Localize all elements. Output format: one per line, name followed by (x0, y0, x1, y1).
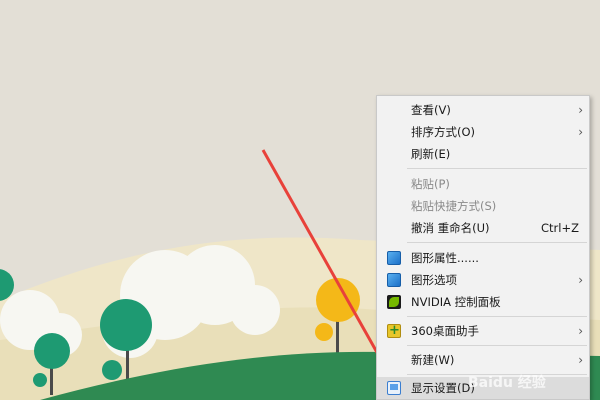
menu-item-refresh-label: 刷新(E) (411, 147, 451, 161)
display-settings-icon (387, 381, 401, 395)
menu-item-paste-shortcut-label: 粘贴快捷方式(S) (411, 199, 497, 213)
menu-item-new[interactable]: 新建(W) › (377, 349, 589, 371)
menu-item-view[interactable]: 查看(V) › (377, 99, 589, 121)
menu-item-sort-label: 排序方式(O) (411, 125, 476, 139)
intel-graphics-icon (387, 273, 401, 287)
chevron-right-icon: › (578, 324, 583, 338)
desktop-context-menu: 查看(V) › 排序方式(O) › 刷新(E) 粘贴(P) 粘贴快捷方式(S) … (376, 95, 590, 400)
menu-item-undo-shortcut: Ctrl+Z (541, 221, 579, 235)
menu-separator (407, 242, 587, 243)
menu-item-graphics-properties-label: 图形属性...... (411, 251, 479, 265)
nvidia-icon (387, 295, 401, 309)
menu-item-graphics-properties[interactable]: 图形属性...... (377, 247, 589, 269)
chevron-right-icon: › (578, 125, 583, 139)
menu-item-undo-label: 撤消 重命名(U) (411, 221, 490, 235)
menu-item-undo-rename[interactable]: 撤消 重命名(U) Ctrl+Z (377, 217, 589, 239)
menu-item-graphics-options-label: 图形选项 (411, 273, 457, 287)
360-icon (387, 320, 401, 342)
menu-separator (407, 316, 587, 317)
chevron-right-icon: › (578, 103, 583, 117)
menu-item-view-label: 查看(V) (411, 103, 451, 117)
menu-item-nvidia-control-panel[interactable]: NVIDIA 控制面板 (377, 291, 589, 313)
menu-item-paste-label: 粘贴(P) (411, 177, 450, 191)
menu-item-nvidia-label: NVIDIA 控制面板 (411, 295, 501, 309)
menu-item-sort-by[interactable]: 排序方式(O) › (377, 121, 589, 143)
menu-separator (407, 168, 587, 169)
desktop[interactable]: 查看(V) › 排序方式(O) › 刷新(E) 粘贴(P) 粘贴快捷方式(S) … (0, 0, 600, 400)
menu-item-paste[interactable]: 粘贴(P) (377, 173, 589, 195)
intel-graphics-icon (387, 251, 401, 265)
menu-separator (407, 345, 587, 346)
menu-item-graphics-options[interactable]: 图形选项 › (377, 269, 589, 291)
menu-item-display-settings-label: 显示设置(D) (411, 381, 475, 395)
menu-item-refresh[interactable]: 刷新(E) (377, 143, 589, 165)
menu-item-paste-shortcut[interactable]: 粘贴快捷方式(S) (377, 195, 589, 217)
menu-item-new-label: 新建(W) (411, 353, 455, 367)
menu-item-360-desktop-assistant[interactable]: 360桌面助手 › (377, 320, 589, 342)
chevron-right-icon: › (578, 353, 583, 367)
menu-item-360-label: 360桌面助手 (411, 324, 479, 338)
chevron-right-icon: › (578, 273, 583, 287)
baidu-jingyan-watermark: Baidu 经验 (468, 375, 546, 391)
